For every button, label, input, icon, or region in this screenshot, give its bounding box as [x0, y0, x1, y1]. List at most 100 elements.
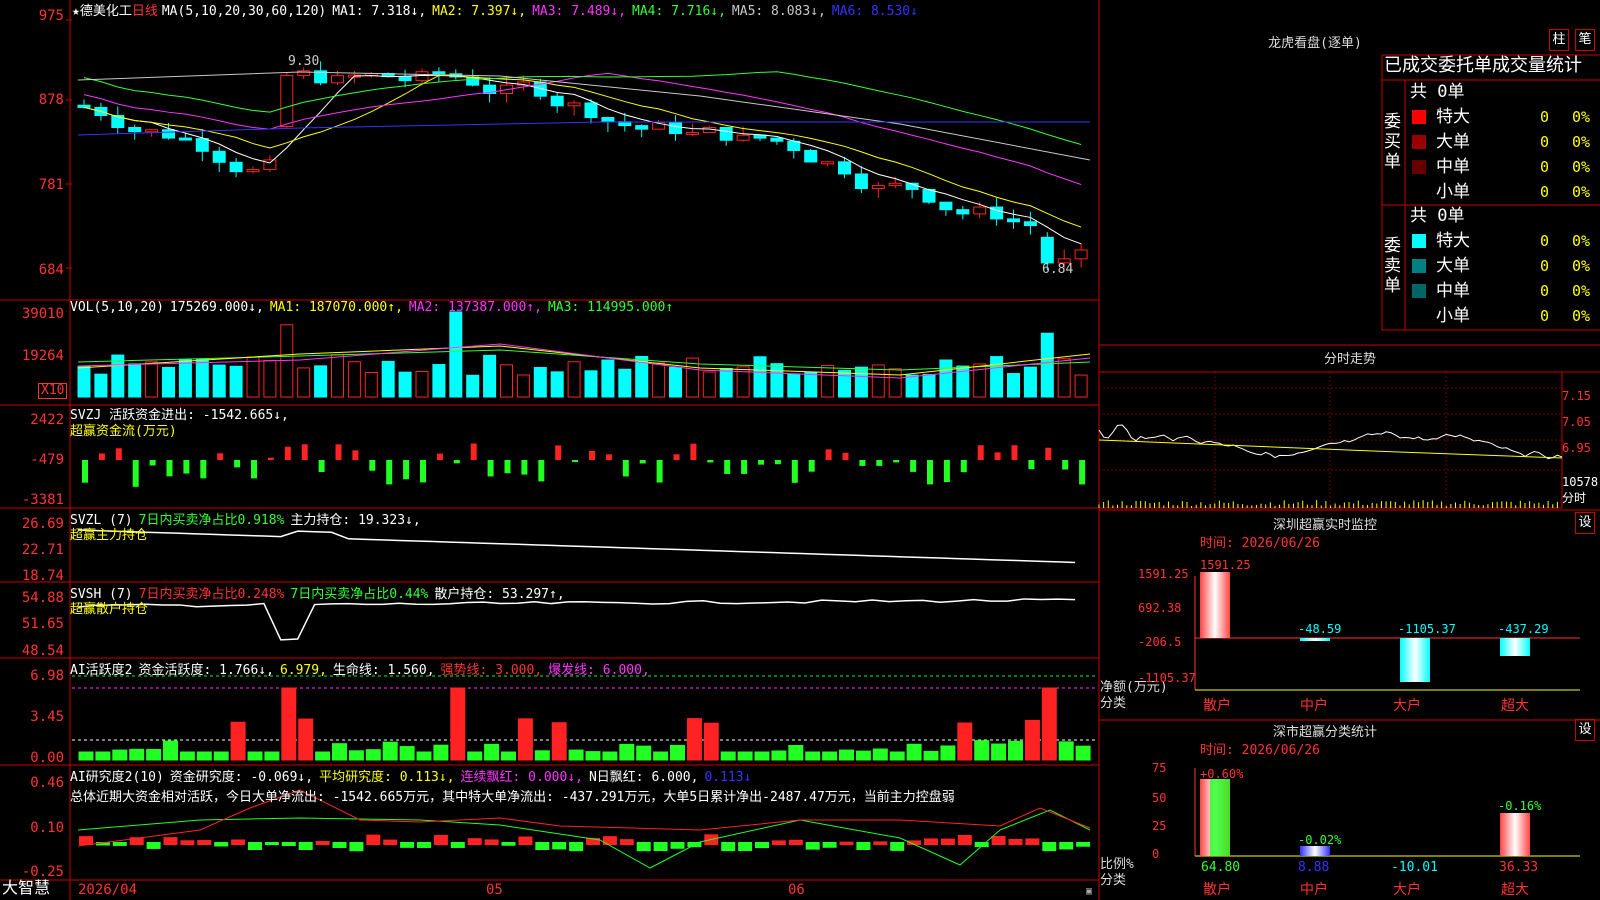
fund-flow-bar — [825, 449, 832, 460]
research-bar — [146, 842, 161, 849]
research-bar — [1008, 838, 1023, 845]
sz-category-label: 超大 — [1501, 698, 1529, 714]
fund-flow-bar — [994, 452, 1001, 460]
research-bar — [349, 842, 364, 852]
fund-flow-bar — [335, 444, 342, 460]
main-chart-canvas[interactable] — [0, 0, 1600, 900]
fund-flow-bar — [893, 460, 900, 463]
fund-flow-bar — [639, 460, 646, 464]
fund-flow-bar — [267, 457, 274, 460]
activity-bar — [957, 722, 973, 761]
candle-body — [263, 159, 277, 171]
activity-bar — [602, 751, 618, 761]
volume-bar — [601, 359, 615, 398]
sc-category-label: 超大 — [1501, 882, 1529, 898]
ai1-panel-title: AI活跃度2 资金活跃度: 1.766↓, 6.979, 生命线: 1.560, 强势线… — [70, 659, 656, 678]
research-bar — [890, 842, 905, 851]
fund-flow-bar — [724, 460, 731, 475]
longhu-title: 龙虎看盘(逐单) — [1268, 36, 1362, 51]
research-bar — [214, 842, 229, 847]
period-label[interactable]: 日线 — [132, 4, 158, 19]
volume-bar — [331, 354, 344, 398]
favorite-star-icon[interactable]: ★ — [72, 4, 80, 19]
sz-value-label: 1591.25 — [1200, 558, 1251, 572]
activity-bar — [95, 751, 111, 761]
candle-body — [635, 125, 649, 130]
ai1-line-item: 强势线: 3.000, — [440, 663, 543, 678]
volume-bar — [77, 365, 91, 398]
svzj_axis-axis-label: -3381 — [21, 492, 64, 508]
sc-axis-unit-label: 比例% — [1100, 857, 1134, 872]
date-label-may: 05 — [486, 882, 503, 898]
sell-row-percent: 0% — [1572, 282, 1591, 300]
activity-bar — [517, 718, 533, 761]
sz-category-label: 中户 — [1300, 698, 1328, 714]
bar-mode-button[interactable]: 柱 — [1549, 29, 1569, 51]
activity-bar — [822, 751, 838, 761]
volume-bar — [990, 356, 1004, 398]
sc-bottom-label: 36.33 — [1499, 860, 1539, 875]
vol_axis-axis-label: 19264 — [21, 348, 64, 364]
candle-body — [145, 129, 159, 133]
sell-swatch — [1412, 284, 1426, 298]
price_axis-axis-label: 781 — [38, 177, 64, 193]
research-bar — [180, 840, 195, 845]
svzj_axis-axis-label: 2422 — [30, 412, 64, 428]
sz-monitor-settings-button[interactable]: 设 — [1575, 512, 1595, 534]
candle-body — [398, 76, 412, 82]
fund-flow-bar — [521, 460, 528, 475]
vol-line-item: MA2: 137387.000↑, — [408, 300, 542, 315]
fund-flow-bar — [758, 460, 764, 465]
research-bar — [636, 842, 651, 852]
high-price-mark: 9.30 — [288, 54, 320, 69]
sz-bar-super — [1500, 638, 1530, 656]
volume-bar — [821, 364, 835, 398]
candle-body — [669, 122, 682, 135]
research-bar — [670, 842, 685, 849]
activity-bar — [230, 721, 246, 761]
vol-line-item: 175269.000↓, — [169, 300, 264, 315]
sz-class-settings-button[interactable]: 设 — [1575, 719, 1595, 741]
research-bar — [957, 835, 972, 845]
activity-bar — [1041, 687, 1057, 761]
ai2-line-item: 连续飘红: 0.000↓, — [460, 770, 583, 785]
fenshi-title[interactable]: 分时走势 — [1100, 348, 1600, 367]
fund-flow-bar — [774, 460, 781, 465]
lock-icon[interactable]: ▣ — [1086, 884, 1092, 900]
fund-flow-bar — [1062, 460, 1069, 470]
activity-bar — [247, 751, 263, 761]
svsh-line-item: 散户持仓: 53.297↑, — [434, 587, 565, 602]
ma6-line — [77, 121, 1090, 136]
sc-axis-label: 75 — [1152, 761, 1167, 775]
volume-bar — [483, 354, 497, 398]
volume-bar — [1023, 366, 1037, 398]
activity-bar — [163, 740, 178, 761]
buy-swatch — [1412, 160, 1426, 174]
buy-row-value: 0 — [1540, 108, 1550, 126]
fund-flow-bar — [977, 445, 984, 460]
activity-bar — [636, 745, 652, 761]
fund-flow-bar — [741, 460, 748, 474]
volume-bar — [297, 367, 311, 398]
ai2-summary: 总体近期大资金相对活跃，今日大单净流出: -1542.665万元，其中特大单净流… — [70, 790, 955, 805]
ma-line — [83, 71, 1082, 146]
activity-bar — [653, 751, 669, 761]
fund-flow-bar — [927, 460, 933, 485]
candle-body — [567, 102, 581, 107]
svzj-subtitle: 超赢资金流(万元) — [70, 424, 177, 439]
activity-bar — [568, 749, 584, 761]
volume-bar — [364, 371, 378, 398]
tick-mode-button[interactable]: 笔 — [1575, 29, 1595, 51]
activity-bar — [450, 687, 466, 761]
research-bar — [805, 842, 820, 850]
sz-axis-cat-label: 分类 — [1100, 696, 1127, 711]
fund-flow-bar — [403, 460, 410, 480]
research-bar — [1042, 842, 1057, 852]
activity-bar — [281, 687, 297, 761]
fund-flow-bar — [605, 454, 612, 460]
ai1_axis-axis-label: 6.98 — [30, 668, 64, 684]
stock-name[interactable]: 德美化工 — [80, 4, 132, 19]
fund-flow-bar — [251, 460, 257, 479]
sell-row-name: 大单 — [1436, 256, 1470, 276]
vol-legend: VOL(5,10,20) 175269.000↓, MA1: 187070.000↑… — [70, 300, 679, 315]
